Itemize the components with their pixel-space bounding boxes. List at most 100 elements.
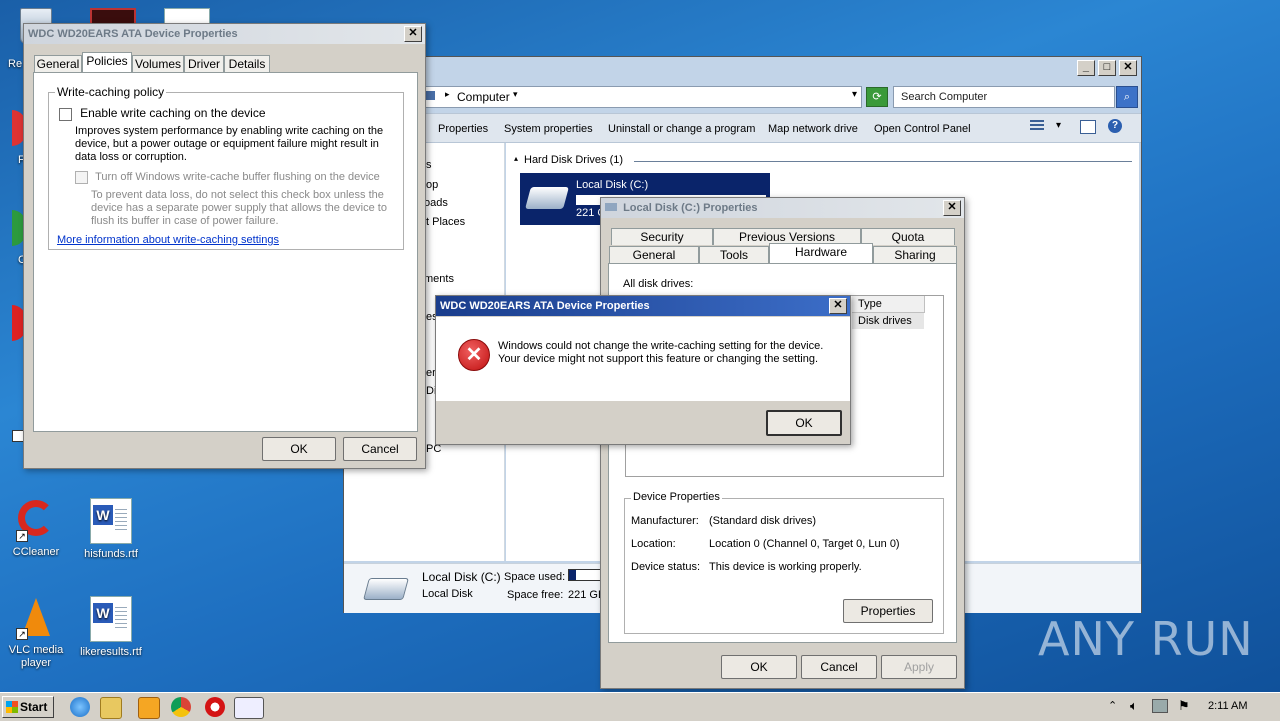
tab-hardware[interactable]: Hardware: [769, 243, 873, 263]
vlc-cone-icon: ↗: [16, 596, 56, 640]
desktop-icon-likeresults[interactable]: likeresults.rtf: [76, 596, 146, 658]
breadcrumb-computer[interactable]: Computer: [457, 90, 510, 104]
space-used-bar: [568, 569, 604, 581]
tab-policies[interactable]: Policies: [82, 52, 132, 72]
policies-dialog: WDC WD20EARS ATA Device Properties ✕ Gen…: [23, 23, 426, 469]
start-label: Start: [20, 700, 48, 714]
enable-write-caching-checkbox[interactable]: Enable write caching on the device: [59, 106, 266, 121]
drive-small-icon: [605, 203, 617, 211]
list-row-type[interactable]: Disk drives: [852, 313, 924, 329]
list-header-type[interactable]: Type: [852, 296, 925, 313]
views-icon[interactable]: [1030, 120, 1044, 132]
hard-disk-icon: [363, 578, 409, 600]
close-button[interactable]: ✕: [943, 200, 961, 216]
group-title: Write-caching policy: [55, 85, 167, 99]
nav-item[interactable]: s: [426, 159, 432, 171]
computer-icon: [425, 91, 435, 100]
dialog-title: Local Disk (C:) Properties: [623, 202, 758, 214]
tab-security[interactable]: Security: [611, 228, 713, 245]
device-properties-group: Device Properties Manufacturer: (Standar…: [624, 491, 944, 634]
close-button[interactable]: ✕: [404, 26, 422, 42]
chrome-icon[interactable]: [171, 697, 191, 717]
maximize-button[interactable]: □: [1097, 60, 1116, 76]
close-button[interactable]: ✕: [829, 298, 847, 314]
opera-icon[interactable]: [205, 697, 225, 717]
help-icon[interactable]: ?: [1108, 119, 1122, 133]
desktop-icon-vlc[interactable]: ↗ VLC media player: [1, 596, 71, 670]
search-placeholder: Search Computer: [901, 91, 988, 103]
group-title: Device Properties: [631, 491, 722, 503]
volume-icon[interactable]: 🔈︎: [1130, 698, 1138, 714]
desktop-icon-ccleaner[interactable]: ↗ CCleaner: [1, 498, 71, 558]
explorer-folder-icon[interactable]: [100, 697, 122, 719]
media-player-icon[interactable]: [138, 697, 160, 719]
enable-write-caching-desc: Improves system performance by enabling …: [75, 125, 384, 163]
device-properties-button[interactable]: Properties: [843, 599, 933, 623]
breadcrumb-chevron-icon: ▸: [445, 89, 450, 99]
toolbar-open-control-panel[interactable]: Open Control Panel: [874, 123, 971, 135]
apply-button: Apply: [881, 655, 957, 679]
action-center-flag-icon[interactable]: ⚑: [1178, 698, 1190, 714]
ie-icon[interactable]: [70, 697, 90, 717]
tab-details[interactable]: Details: [224, 55, 270, 72]
error-dialog-body: ✕ Windows could not change the write-cac…: [436, 317, 850, 401]
desktop-icon-label: hisfunds.rtf: [84, 548, 138, 560]
drive-name: Local Disk (C:): [576, 179, 649, 191]
error-ok-button[interactable]: OK: [766, 410, 842, 436]
cancel-button[interactable]: Cancel: [343, 437, 417, 461]
hard-disk-icon: [525, 187, 569, 209]
system-tray: ⌃ 🔈︎ ⚑ 2:11 AM: [1100, 693, 1280, 721]
tab-volumes[interactable]: Volumes: [132, 55, 184, 72]
section-collapse-icon[interactable]: ▴: [514, 154, 518, 163]
search-input[interactable]: Search Computer: [893, 86, 1115, 108]
breadcrumb-dropdown-icon[interactable]: ▾: [513, 89, 518, 100]
disk-properties-titlebar: Local Disk (C:) Properties: [601, 198, 964, 218]
tab-tools[interactable]: Tools: [699, 246, 769, 263]
checkbox-label: Turn off Windows write-cache buffer flus…: [95, 171, 380, 184]
write-caching-info-link[interactable]: More information about write-caching set…: [57, 234, 279, 246]
show-hidden-icons-icon[interactable]: ⌃: [1108, 699, 1117, 712]
section-title: Hard Disk Drives (1): [524, 154, 624, 166]
clock[interactable]: 2:11 AM: [1208, 700, 1248, 712]
tab-general[interactable]: General: [609, 246, 699, 263]
toolbar-map-network-drive[interactable]: Map network drive: [768, 123, 858, 135]
toolbar-properties[interactable]: Properties: [438, 123, 488, 135]
ok-button[interactable]: OK: [721, 655, 797, 679]
minimize-button[interactable]: _: [1076, 60, 1095, 76]
error-icon: ✕: [458, 339, 490, 371]
nav-item[interactable]: op: [426, 179, 438, 191]
taskbar: Start ⌃ 🔈︎ ⚑ 2:11 AM: [0, 692, 1280, 721]
word-document-icon: [90, 596, 132, 642]
tab-driver[interactable]: Driver: [184, 55, 224, 72]
address-dropdown-icon[interactable]: ▾: [852, 89, 857, 100]
details-drive-type: Local Disk: [422, 588, 473, 600]
tab-quota[interactable]: Quota: [861, 228, 955, 245]
desktop-icon-hisfunds[interactable]: hisfunds.rtf: [76, 498, 146, 560]
nav-item[interactable]: oads: [424, 197, 448, 209]
search-icon[interactable]: ⌕: [1116, 86, 1138, 108]
toolbar-uninstall[interactable]: Uninstall or change a program: [608, 123, 755, 135]
tab-sharing[interactable]: Sharing: [873, 246, 957, 263]
toolbar-system-properties[interactable]: System properties: [504, 123, 593, 135]
close-button[interactable]: ✕: [1119, 60, 1137, 76]
nav-item[interactable]: t Places: [426, 216, 465, 228]
disk-properties-task-icon[interactable]: [234, 697, 264, 719]
preview-pane-icon[interactable]: [1080, 120, 1096, 134]
ok-button[interactable]: OK: [262, 437, 336, 461]
address-bar[interactable]: ▸ Computer ▾ ▾: [420, 86, 862, 108]
network-icon[interactable]: [1152, 699, 1168, 713]
cancel-button[interactable]: Cancel: [801, 655, 877, 679]
error-dialog: WDC WD20EARS ATA Device Properties ✕ ✕ W…: [435, 295, 851, 445]
start-button[interactable]: Start: [2, 696, 54, 718]
location-value: Location 0 (Channel 0, Target 0, Lun 0): [709, 538, 900, 550]
nav-item[interactable]: ments: [424, 273, 454, 285]
refresh-button[interactable]: ⟳: [866, 87, 888, 107]
explorer-toolbar: Properties System properties Uninstall o…: [344, 113, 1141, 143]
manufacturer-value: (Standard disk drives): [709, 515, 816, 527]
tab-general[interactable]: General: [34, 55, 82, 72]
checkbox-box[interactable]: [59, 107, 72, 121]
desktop-icon-label: CCleaner: [12, 546, 60, 558]
turn-off-flushing-desc: To prevent data loss, do not select this…: [91, 189, 387, 227]
views-dropdown-icon[interactable]: ▾: [1056, 120, 1061, 131]
ccleaner-icon: ↗: [16, 498, 56, 542]
